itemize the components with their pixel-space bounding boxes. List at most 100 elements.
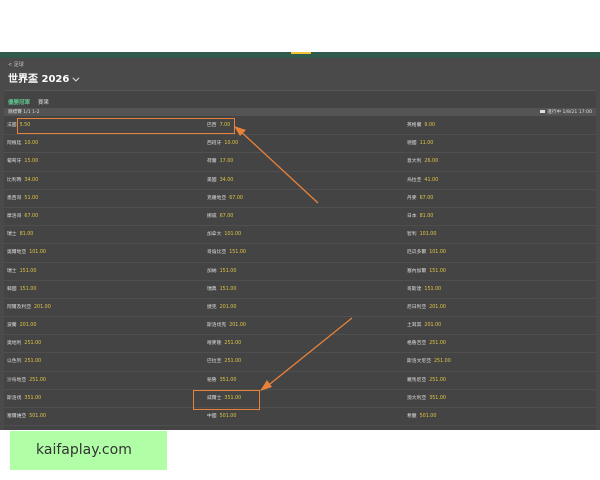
selection-cell[interactable]: 法國 5.50 bbox=[7, 121, 30, 128]
selection-cell[interactable]: 沙烏地亞 251.00 bbox=[7, 376, 46, 383]
selection-cell[interactable]: 加拿大 101.00 bbox=[207, 230, 241, 237]
team-name: 喀麥隆 bbox=[207, 341, 222, 347]
selection-cell[interactable]: 厄瓜多爾 101.00 bbox=[407, 248, 446, 255]
team-name: 阿爾及利亞 bbox=[7, 304, 31, 310]
selection-cell[interactable]: 羅馬尼亞 251.00 bbox=[407, 376, 446, 383]
selection-cell[interactable]: 哥斯達 151.00 bbox=[407, 285, 441, 292]
selection-cell[interactable]: 瑞士 81.00 bbox=[7, 230, 33, 237]
selection-cell[interactable]: 以色列 251.00 bbox=[7, 357, 41, 364]
selection-cell[interactable]: 奧地利 251.00 bbox=[7, 339, 41, 346]
selection-cell[interactable]: 智利 101.00 bbox=[407, 230, 436, 237]
selection-cell[interactable]: 斯洛伐克 201.00 bbox=[207, 321, 246, 328]
selection-cell[interactable]: 比利時 34.00 bbox=[7, 176, 38, 183]
team-name: 格魯吉亞 bbox=[407, 341, 427, 347]
odds-value: 351.00 bbox=[429, 395, 446, 401]
odds-value: 201.00 bbox=[424, 323, 442, 329]
selection-cell[interactable]: 西班牙 10.00 bbox=[207, 139, 238, 146]
team-name: 英格蘭 bbox=[407, 123, 422, 128]
odds-row: 奧地利 251.00 喀麥隆 251.00 格魯吉亞 251.00 bbox=[4, 335, 596, 354]
selection-cell[interactable]: 加納 151.00 bbox=[207, 267, 236, 274]
odds-row: 哈薩克501.00伊朗501.00埃及501.00 bbox=[4, 426, 596, 430]
selection-cell[interactable]: 意大利 26.00 bbox=[407, 157, 438, 164]
team-name: 葡萄牙 bbox=[7, 159, 22, 165]
selection-cell[interactable]: 阿爾及利亞 201.00 bbox=[7, 303, 51, 310]
team-name: 尼日利亞 bbox=[407, 304, 427, 310]
selection-cell[interactable]: 尼日利亞 201.00 bbox=[407, 303, 446, 310]
market-status-text: 進行中 1/8/21 17:00 bbox=[547, 110, 592, 115]
odds-row: 瑞士 151.00 加納 151.00 塞內加爾 151.00 bbox=[4, 263, 596, 281]
odds-value: 151.00 bbox=[219, 268, 237, 274]
page-title[interactable]: 世界盃 2026 bbox=[8, 70, 80, 85]
market-tabs: 優勝冠軍 賽果 bbox=[8, 97, 49, 107]
odds-value: 251.00 bbox=[429, 377, 446, 383]
chevron-down-icon[interactable] bbox=[72, 74, 80, 82]
odds-value: 201.00 bbox=[219, 304, 237, 310]
team-name: 日本 bbox=[407, 213, 417, 219]
odds-value: 251.00 bbox=[24, 341, 42, 347]
selection-cell[interactable]: 美國 34.00 bbox=[207, 176, 233, 183]
team-name: 捷克 bbox=[207, 304, 217, 310]
selection-cell[interactable]: 葡萄牙 15.00 bbox=[7, 157, 38, 164]
selection-cell[interactable]: 捷克 201.00 bbox=[207, 303, 236, 310]
selection-cell[interactable]: 巴西 7.00 bbox=[207, 121, 230, 128]
selection-cell[interactable]: 荷蘭 17.00 bbox=[207, 157, 233, 164]
odds-row: 奧爾地亞 101.00 哥倫比亞 151.00 厄瓜多爾 101.00 bbox=[4, 244, 596, 263]
selection-cell[interactable]: 波蘭 201.00 bbox=[7, 321, 36, 328]
odds-value: 501.00 bbox=[419, 414, 437, 419]
odds-row: 波蘭 201.00 斯洛伐克 201.00 土耳其 201.00 bbox=[4, 317, 596, 336]
team-name: 荷蘭 bbox=[207, 159, 217, 165]
selection-cell[interactable]: 摩洛哥 67.00 bbox=[7, 212, 38, 219]
tab-results[interactable]: 賽果 bbox=[38, 98, 49, 106]
team-name: 巴拉圭 bbox=[207, 359, 222, 365]
selection-cell[interactable]: 喀麥隆 251.00 bbox=[207, 339, 241, 346]
selection-cell[interactable]: 斯洛文尼亞 251.00 bbox=[407, 357, 451, 364]
selection-cell[interactable]: 巴拉圭 251.00 bbox=[207, 357, 241, 364]
odds-value: 67.00 bbox=[24, 213, 39, 219]
selection-cell[interactable]: 土耳其 201.00 bbox=[407, 321, 441, 328]
odds-row: 阿根廷 10.00 西班牙 10.00 德國 11.00 bbox=[4, 135, 596, 154]
team-name: 美國 bbox=[207, 177, 217, 183]
selection-cell[interactable]: 烏拉圭 41.00 bbox=[407, 176, 438, 183]
odds-value: 151.00 bbox=[19, 286, 37, 292]
selection-cell[interactable]: 中國 501.00 bbox=[207, 412, 236, 419]
tab-outright-winner[interactable]: 優勝冠軍 bbox=[8, 98, 30, 106]
breadcrumb[interactable]: < 足球 bbox=[8, 61, 24, 68]
odds-value: 201.00 bbox=[429, 304, 446, 310]
selection-cell[interactable]: 希臘 501.00 bbox=[407, 412, 436, 419]
selection-cell[interactable]: 澳大利亞 351.00 bbox=[407, 394, 446, 401]
selection-cell[interactable]: 塞爾維亞 501.00 bbox=[7, 412, 46, 419]
odds-value: 67.00 bbox=[219, 213, 234, 219]
odds-value: 17.00 bbox=[219, 159, 234, 165]
selection-cell[interactable]: 威爾士 351.00 bbox=[207, 394, 241, 401]
odds-value: 201.00 bbox=[34, 304, 51, 310]
selection-cell[interactable]: 丹麥 67.00 bbox=[407, 194, 433, 201]
selection-cell[interactable]: 哥倫比亞 151.00 bbox=[207, 248, 246, 255]
selection-cell[interactable]: 塞內加爾 151.00 bbox=[407, 267, 446, 274]
selection-cell[interactable]: 克羅地亞 67.00 bbox=[207, 194, 243, 201]
selection-cell[interactable]: 奧爾地亞 101.00 bbox=[7, 248, 46, 255]
selection-cell[interactable]: 格魯吉亞 251.00 bbox=[407, 339, 446, 346]
team-name: 瑞典 bbox=[207, 286, 217, 292]
selection-cell[interactable]: 阿根廷 10.00 bbox=[7, 139, 38, 146]
odds-row: 斯洛伐 351.00 威爾士 351.00 澳大利亞 351.00 bbox=[4, 390, 596, 408]
team-name: 法國 bbox=[7, 123, 17, 128]
odds-value: 351.00 bbox=[224, 395, 242, 401]
team-name: 哥斯達 bbox=[407, 286, 422, 292]
selection-cell[interactable]: 瑞士 151.00 bbox=[7, 267, 36, 274]
odds-row: 瑞士 81.00 加拿大 101.00 智利 101.00 bbox=[4, 226, 596, 245]
selection-cell[interactable]: 日本 81.00 bbox=[407, 212, 433, 219]
selection-cell[interactable]: 英格蘭 9.00 bbox=[407, 121, 435, 128]
selection-cell[interactable]: 秘魯 351.00 bbox=[207, 376, 236, 383]
team-name: 中國 bbox=[207, 414, 217, 419]
selection-cell[interactable]: 瑞典 151.00 bbox=[207, 285, 236, 292]
selection-cell[interactable]: 韓國 151.00 bbox=[7, 285, 36, 292]
odds-row: 墨西哥 51.00 克羅地亞 67.00 丹麥 67.00 bbox=[4, 190, 596, 208]
selection-cell[interactable]: 挪威 67.00 bbox=[207, 212, 233, 219]
team-name: 瑞士 bbox=[7, 232, 17, 238]
odds-value: 151.00 bbox=[19, 268, 37, 274]
team-name: 意大利 bbox=[407, 159, 422, 165]
selection-cell[interactable]: 德國 11.00 bbox=[407, 139, 433, 146]
selection-cell[interactable]: 墨西哥 51.00 bbox=[7, 194, 38, 201]
odds-value: 251.00 bbox=[434, 359, 451, 365]
selection-cell[interactable]: 斯洛伐 351.00 bbox=[7, 394, 41, 401]
